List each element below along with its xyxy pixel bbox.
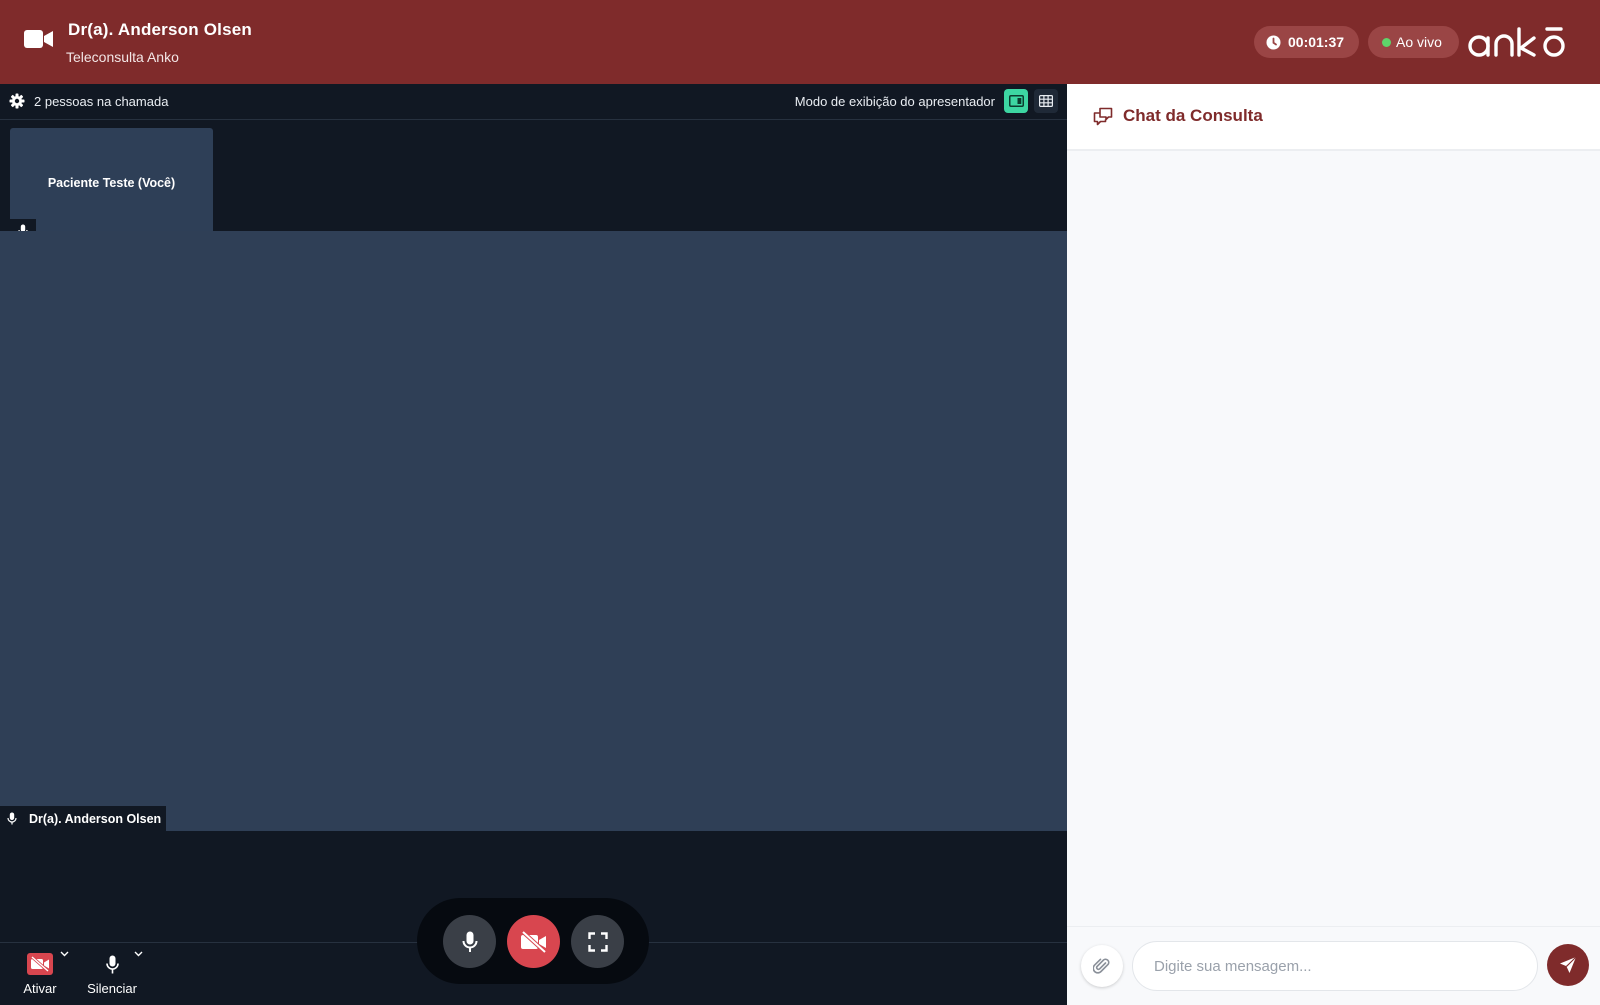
camera-toggle-label: Ativar [23, 981, 57, 996]
video-area: 2 pessoas na chamada Modo de exibição do… [0, 84, 1067, 1004]
chevron-down-icon[interactable] [60, 951, 69, 957]
video-off-icon [27, 953, 53, 975]
clock-icon [1266, 35, 1288, 50]
video-camera-icon [24, 28, 54, 50]
self-video-tile[interactable]: Paciente Teste (Você) [10, 128, 213, 241]
chat-message-input[interactable] [1132, 941, 1538, 991]
app-header: Dr(a). Anderson Olsen Teleconsulta Anko … [0, 0, 1600, 84]
camera-toggle-button[interactable]: Ativar [16, 951, 69, 996]
toggle-mic-button[interactable] [443, 915, 496, 968]
fullscreen-button[interactable] [571, 915, 624, 968]
video-off-icon [520, 930, 548, 953]
chat-header: Chat da Consulta [1067, 84, 1600, 151]
main-speaker-name: Dr(a). Anderson Olsen [29, 811, 162, 826]
call-toolbar: 2 pessoas na chamada Modo de exibição do… [0, 84, 1067, 120]
microphone-icon [7, 812, 29, 825]
microphone-icon [105, 955, 119, 974]
send-message-button[interactable] [1547, 944, 1589, 986]
view-mode-label: Modo de exibição do apresentador [794, 94, 995, 109]
doctor-name: Dr(a). Anderson Olsen [68, 20, 252, 39]
live-label: Ao vivo [1396, 34, 1442, 50]
live-indicator-dot [1382, 37, 1391, 47]
participants-count: 2 pessoas na chamada [34, 94, 169, 109]
presenter-view-button[interactable] [1004, 89, 1028, 113]
grid-layout-icon [1039, 95, 1053, 107]
fullscreen-icon [587, 931, 608, 952]
chevron-down-icon[interactable] [134, 951, 143, 957]
mute-button[interactable]: Silenciar [82, 951, 143, 996]
toggle-camera-button[interactable] [507, 915, 560, 968]
chat-title: Chat da Consulta [1123, 106, 1263, 125]
live-badge: Ao vivo [1368, 26, 1459, 58]
call-control-bar [417, 898, 649, 984]
self-tile-name: Paciente Teste (Você) [47, 176, 176, 190]
gear-icon[interactable] [9, 93, 25, 109]
main-speaker-video: Dr(a). Anderson Olsen [0, 231, 1067, 831]
send-icon [1559, 956, 1577, 974]
mute-label: Silenciar [87, 981, 137, 996]
consultation-subtitle: Teleconsulta Anko [66, 49, 179, 65]
grid-view-button[interactable] [1034, 89, 1058, 113]
call-timer: 00:01:37 [1254, 26, 1359, 58]
chat-composer [1067, 926, 1600, 1005]
attach-file-button[interactable] [1081, 945, 1123, 987]
microphone-icon [462, 931, 478, 953]
chat-panel: Chat da Consulta [1067, 84, 1600, 1005]
anko-logo [1468, 24, 1574, 60]
main-speaker-label: Dr(a). Anderson Olsen [0, 806, 167, 831]
presenter-layout-icon [1008, 95, 1024, 107]
paperclip-icon [1093, 957, 1111, 975]
timer-text: 00:01:37 [1288, 34, 1345, 50]
